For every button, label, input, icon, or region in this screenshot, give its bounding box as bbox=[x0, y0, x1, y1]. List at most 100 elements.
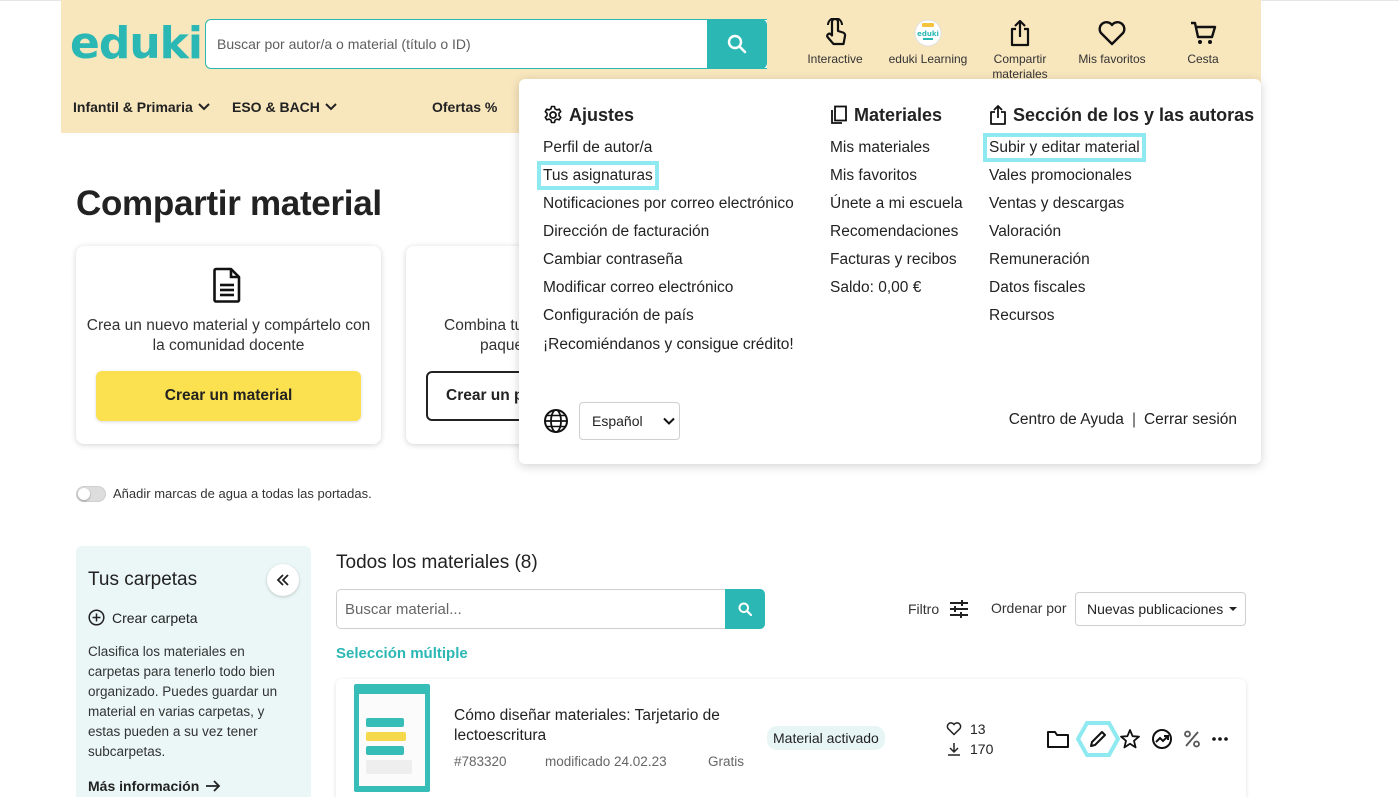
create-bundle-text-line2: paque bbox=[480, 337, 524, 354]
menu-change-password[interactable]: Cambiar contraseña bbox=[543, 250, 794, 278]
settings-column: Ajustes Perfil de autor/a Tus asignatura… bbox=[537, 104, 794, 363]
nav-share-materials[interactable]: Compartir materiales bbox=[975, 16, 1065, 82]
menu-your-subjects[interactable]: Tus asignaturas bbox=[537, 161, 794, 194]
menu-upload-edit-material[interactable]: Subir y editar material bbox=[983, 133, 1254, 166]
menu-recommendations[interactable]: Recomendaciones bbox=[830, 222, 963, 250]
edit-button[interactable] bbox=[1076, 721, 1120, 757]
category-eso-bach[interactable]: ESO & BACH bbox=[232, 99, 338, 115]
sort-label: Ordenar por bbox=[991, 600, 1067, 616]
menu-promo-vouchers[interactable]: Vales promocionales bbox=[989, 166, 1254, 194]
nav-interactive-label: Interactive bbox=[807, 52, 863, 66]
material-id: #783320 bbox=[454, 754, 507, 769]
menu-ratings[interactable]: Valoración bbox=[989, 222, 1254, 250]
menu-sales-downloads[interactable]: Ventas y descargas bbox=[989, 194, 1254, 222]
more-options-button[interactable] bbox=[1208, 727, 1232, 751]
material-search-button[interactable] bbox=[725, 589, 765, 629]
create-material-button[interactable]: Crear un material bbox=[96, 371, 361, 421]
category-infantil-primaria[interactable]: Infantil & Primaria bbox=[73, 99, 211, 115]
material-thumbnail[interactable] bbox=[354, 684, 430, 792]
nav-favorites-label: Mis favoritos bbox=[1078, 52, 1146, 66]
footer-separator: | bbox=[1131, 411, 1136, 428]
likes-value: 13 bbox=[970, 721, 986, 737]
statistics-button[interactable] bbox=[1150, 727, 1174, 751]
language-value: Español bbox=[592, 413, 643, 429]
language-select[interactable]: Español bbox=[579, 402, 680, 440]
eduki-logo[interactable]: eduki bbox=[70, 20, 203, 68]
site-search-button[interactable] bbox=[707, 19, 767, 69]
percent-icon bbox=[1184, 730, 1200, 748]
material-title[interactable]: Cómo diseñar materiales: Tarjetario de l… bbox=[454, 706, 754, 746]
menu-invoices[interactable]: Facturas y recibos bbox=[830, 250, 963, 278]
authors-heading: Sección de los y las autoras bbox=[989, 104, 1254, 126]
touch-hand-icon bbox=[826, 18, 847, 46]
downloads-value: 170 bbox=[970, 741, 994, 757]
category-label: Infantil & Primaria bbox=[73, 99, 193, 115]
menu-my-favorites[interactable]: Mis favoritos bbox=[830, 166, 963, 194]
create-folder-button[interactable]: Crear carpeta bbox=[88, 609, 198, 626]
create-bundle-text: Combina tu paque bbox=[444, 316, 523, 356]
download-icon bbox=[948, 743, 960, 756]
menu-join-school[interactable]: Únete a mi escuela bbox=[830, 194, 963, 222]
discount-button[interactable] bbox=[1180, 727, 1204, 751]
filter-sliders-icon bbox=[950, 600, 969, 618]
folder-button[interactable] bbox=[1046, 727, 1070, 751]
multi-select-link[interactable]: Selección múltiple bbox=[336, 645, 468, 662]
sort-select[interactable]: Nuevas publicaciones bbox=[1075, 592, 1246, 626]
menu-change-email[interactable]: Modificar correo electrónico bbox=[543, 278, 794, 306]
filter-button[interactable]: Filtro bbox=[908, 600, 969, 618]
menu-recommend-us[interactable]: ¡Recomiéndanos y consigue crédito! bbox=[543, 335, 794, 363]
share-upload-icon bbox=[990, 105, 1006, 125]
materials-heading: Materiales bbox=[830, 104, 963, 126]
menu-author-profile[interactable]: Perfil de autor/a bbox=[543, 138, 794, 166]
sort-value: Nuevas publicaciones bbox=[1087, 601, 1224, 617]
material-search-input[interactable] bbox=[336, 589, 726, 629]
cart-icon bbox=[1191, 21, 1217, 44]
nav-eduki-learning[interactable]: eduki eduki Learning bbox=[883, 16, 973, 67]
caret-down-icon bbox=[1229, 607, 1238, 611]
document-icon bbox=[210, 266, 244, 309]
category-ofertas[interactable]: Ofertas % bbox=[432, 99, 497, 115]
nav-cart[interactable]: Cesta bbox=[1158, 16, 1248, 67]
menu-billing-address[interactable]: Dirección de facturación bbox=[543, 222, 794, 250]
nav-interactive[interactable]: Interactive bbox=[790, 16, 880, 67]
help-center-link[interactable]: Centro de Ayuda bbox=[1009, 411, 1124, 429]
create-bundle-text-line1: Combina tu bbox=[444, 317, 524, 334]
authors-title: Sección de los y las autoras bbox=[1013, 104, 1255, 125]
collapse-sidebar-button[interactable] bbox=[267, 564, 299, 596]
star-button[interactable] bbox=[1118, 727, 1142, 751]
eduki-learning-icon: eduki bbox=[914, 19, 942, 47]
menu-resources[interactable]: Recursos bbox=[989, 306, 1254, 334]
downloads-count: 170 bbox=[946, 741, 993, 757]
menu-tax-data[interactable]: Datos fiscales bbox=[989, 278, 1254, 306]
heart-outline-icon bbox=[946, 722, 962, 736]
copy-pages-icon bbox=[831, 105, 847, 124]
material-row[interactable]: Cómo diseñar materiales: Tarjetario de l… bbox=[336, 679, 1246, 797]
likes-count: 13 bbox=[946, 721, 986, 737]
folders-title: Tus carpetas bbox=[88, 569, 198, 590]
menu-my-materials[interactable]: Mis materiales bbox=[830, 138, 963, 166]
status-badge: Material activado bbox=[767, 726, 885, 750]
logout-link[interactable]: Cerrar sesión bbox=[1144, 411, 1237, 429]
material-modified-date: modificado 24.02.23 bbox=[545, 754, 667, 769]
settings-title: Ajustes bbox=[569, 104, 635, 125]
site-search-input[interactable] bbox=[205, 19, 767, 69]
more-info-link[interactable]: Más información bbox=[88, 778, 221, 794]
globe-icon bbox=[543, 408, 569, 439]
share-upload-icon bbox=[1010, 19, 1030, 47]
chevron-down-icon bbox=[325, 103, 337, 111]
folder-icon bbox=[1047, 731, 1069, 748]
authors-column: Sección de los y las autoras Subir y edi… bbox=[983, 104, 1254, 334]
category-label: ESO & BACH bbox=[232, 99, 320, 115]
menu-email-notifications[interactable]: Notificaciones por correo electrónico bbox=[543, 194, 794, 222]
menu-country-settings[interactable]: Configuración de país bbox=[543, 306, 794, 334]
materials-column: Materiales Mis materiales Mis favoritos … bbox=[830, 104, 963, 306]
material-price: Gratis bbox=[708, 754, 745, 769]
folders-panel: Tus carpetas Crear carpeta Clasifica los… bbox=[76, 546, 311, 797]
page-title: Compartir material bbox=[76, 184, 382, 223]
watermark-toggle[interactable] bbox=[76, 486, 106, 502]
star-icon bbox=[1120, 729, 1140, 749]
nav-favorites[interactable]: Mis favoritos bbox=[1067, 16, 1157, 67]
folders-description: Clasifica los materiales en carpetas par… bbox=[88, 644, 278, 759]
menu-balance[interactable]: Saldo: 0,00 € bbox=[830, 278, 963, 306]
menu-remuneration[interactable]: Remuneración bbox=[989, 250, 1254, 278]
